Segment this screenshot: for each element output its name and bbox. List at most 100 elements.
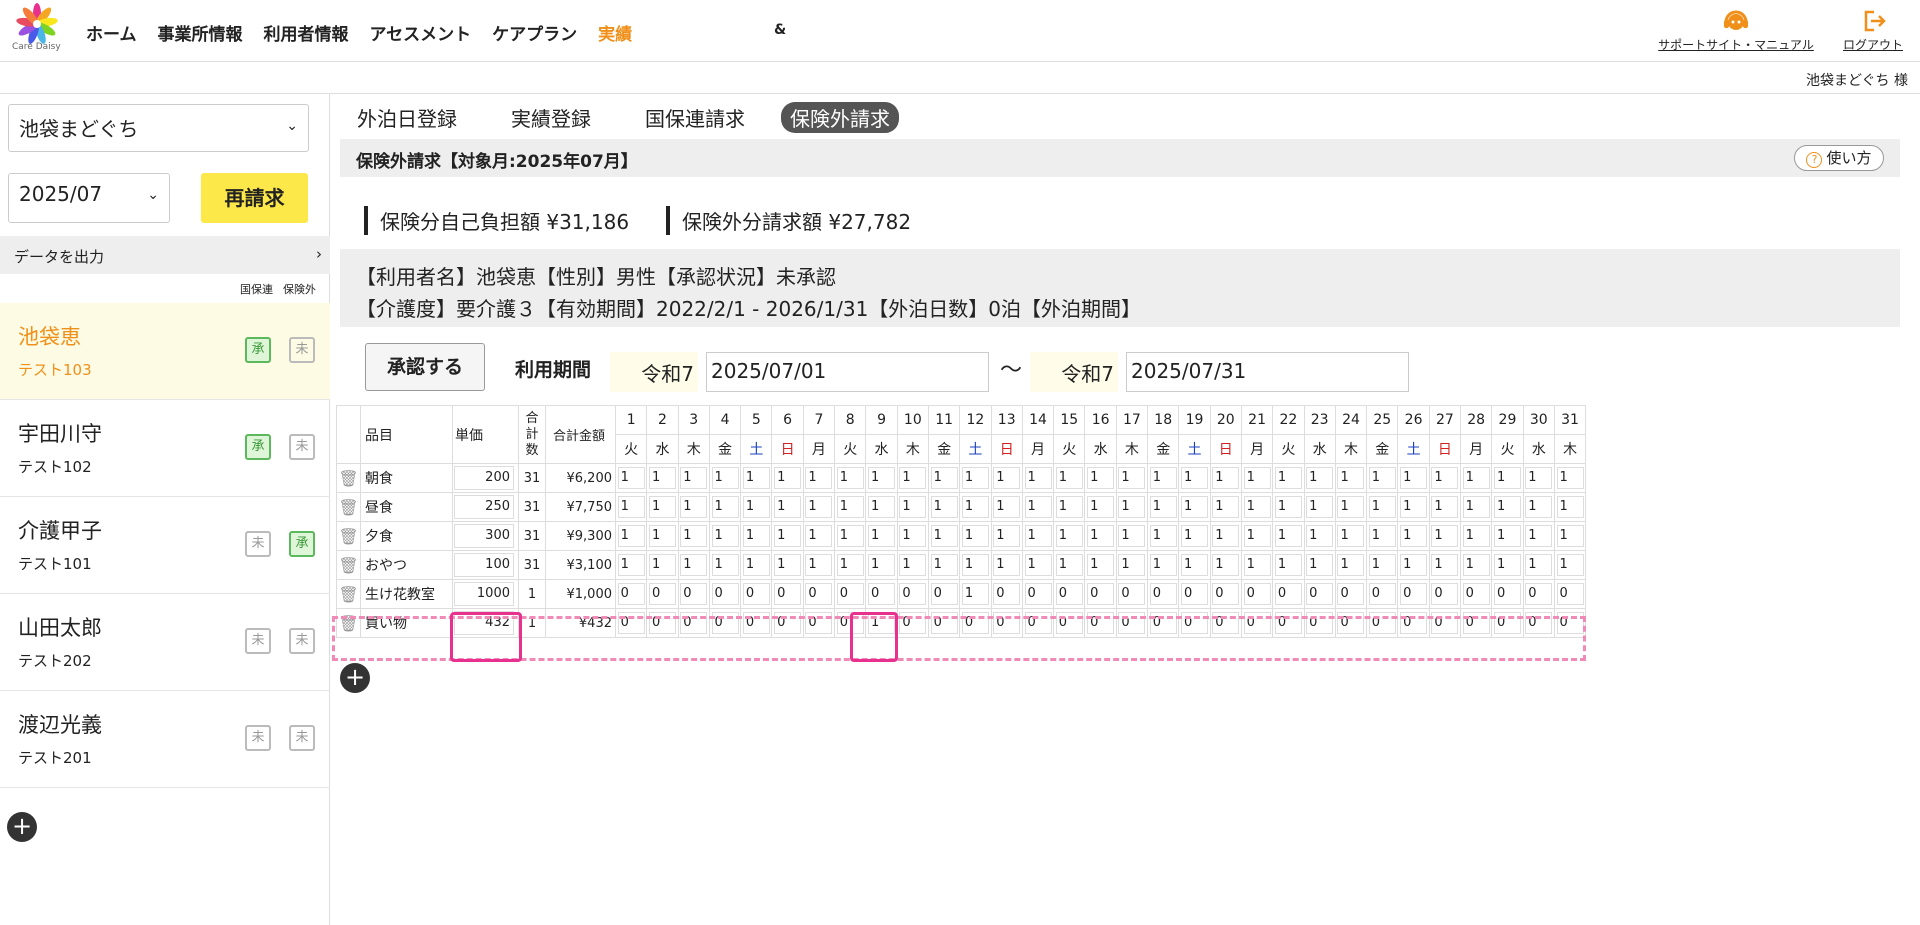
day-input[interactable]: 1 (1243, 554, 1271, 576)
day-input[interactable]: 0 (1493, 583, 1521, 605)
day-input[interactable]: 1 (1180, 496, 1208, 518)
day-input[interactable]: 1 (1462, 525, 1490, 547)
day-input[interactable]: 1 (993, 467, 1021, 489)
day-input[interactable]: 0 (648, 583, 676, 605)
day-input[interactable]: 1 (1024, 496, 1052, 518)
day-input[interactable]: 1 (1368, 525, 1396, 547)
nav-home[interactable]: ホーム (86, 20, 137, 45)
day-input[interactable]: 1 (742, 525, 770, 547)
day-input[interactable]: 1 (899, 554, 927, 576)
day-input[interactable]: 1 (1274, 496, 1302, 518)
day-input[interactable]: 1 (1243, 525, 1271, 547)
day-input[interactable]: 1 (1024, 525, 1052, 547)
day-input[interactable]: 1 (993, 525, 1021, 547)
price-input[interactable]: 300 (454, 524, 514, 548)
day-input[interactable]: 1 (961, 554, 989, 576)
day-input[interactable]: 1 (1493, 467, 1521, 489)
day-input[interactable]: 1 (1118, 467, 1146, 489)
day-input[interactable]: 0 (1274, 583, 1302, 605)
day-input[interactable]: 1 (1462, 496, 1490, 518)
day-input[interactable]: 1 (1525, 525, 1553, 547)
day-input[interactable]: 1 (805, 496, 833, 518)
day-input[interactable]: 0 (1180, 583, 1208, 605)
day-input[interactable]: 1 (774, 467, 802, 489)
client-item[interactable]: 介護甲子 テスト101 未 承 (0, 497, 330, 594)
day-input[interactable]: 1 (1400, 496, 1428, 518)
day-input[interactable]: 1 (1337, 525, 1365, 547)
day-input[interactable]: 1 (1493, 554, 1521, 576)
support-label[interactable]: サポートサイト・マニュアル (1658, 38, 1814, 52)
day-input[interactable]: 0 (836, 583, 864, 605)
day-input[interactable]: 0 (1368, 583, 1396, 605)
help-button[interactable]: ? 使い方 (1794, 145, 1884, 171)
day-input[interactable]: 1 (1400, 554, 1428, 576)
approve-button[interactable]: 承認する (365, 343, 485, 391)
day-input[interactable]: 0 (742, 583, 770, 605)
day-input[interactable]: 1 (805, 554, 833, 576)
day-input[interactable]: 0 (1462, 583, 1490, 605)
day-input[interactable]: 1 (1306, 525, 1334, 547)
day-input[interactable]: 1 (1368, 467, 1396, 489)
day-input[interactable]: 1 (1212, 525, 1240, 547)
day-input[interactable]: 0 (1149, 583, 1177, 605)
date-to-input[interactable]: 2025/07/31 (1126, 352, 1409, 392)
day-input[interactable]: 1 (680, 554, 708, 576)
price-input[interactable]: 200 (454, 466, 514, 490)
day-input[interactable]: 1 (961, 583, 989, 605)
day-input[interactable]: 1 (1087, 554, 1115, 576)
day-input[interactable]: 1 (836, 554, 864, 576)
day-input[interactable]: 1 (1149, 554, 1177, 576)
day-input[interactable]: 1 (1024, 554, 1052, 576)
day-input[interactable]: 1 (930, 467, 958, 489)
day-input[interactable]: 1 (1180, 554, 1208, 576)
day-input[interactable]: 1 (1055, 525, 1083, 547)
day-input[interactable]: 1 (680, 525, 708, 547)
day-input[interactable]: 1 (1149, 467, 1177, 489)
day-input[interactable]: 1 (1462, 554, 1490, 576)
day-input[interactable]: 1 (1306, 467, 1334, 489)
day-input[interactable]: 1 (1243, 496, 1271, 518)
day-input[interactable]: 1 (836, 467, 864, 489)
support-link[interactable]: サポートサイト・マニュアル (1656, 6, 1816, 53)
day-input[interactable]: 0 (1556, 583, 1584, 605)
day-input[interactable]: 1 (836, 496, 864, 518)
day-input[interactable]: 0 (1055, 583, 1083, 605)
day-input[interactable]: 0 (680, 583, 708, 605)
day-input[interactable]: 1 (1118, 525, 1146, 547)
day-input[interactable]: 1 (805, 525, 833, 547)
day-input[interactable]: 1 (680, 496, 708, 518)
trash-icon[interactable]: 🗑 (336, 492, 361, 522)
day-input[interactable]: 1 (961, 496, 989, 518)
day-input[interactable]: 1 (648, 467, 676, 489)
day-input[interactable]: 1 (1087, 525, 1115, 547)
tab-results[interactable]: 実績登録 (502, 102, 600, 133)
trash-icon[interactable]: 🗑 (336, 463, 361, 493)
day-input[interactable]: 0 (1306, 583, 1334, 605)
day-input[interactable]: 1 (1024, 467, 1052, 489)
day-input[interactable]: 1 (1556, 525, 1584, 547)
day-input[interactable]: 0 (1243, 583, 1271, 605)
day-input[interactable]: 1 (711, 467, 739, 489)
day-input[interactable]: 1 (961, 467, 989, 489)
day-input[interactable]: 0 (1525, 583, 1553, 605)
day-input[interactable]: 1 (930, 554, 958, 576)
tab-overnight[interactable]: 外泊日登録 (348, 102, 466, 133)
day-input[interactable]: 0 (711, 583, 739, 605)
day-input[interactable]: 1 (1306, 554, 1334, 576)
day-input[interactable]: 1 (1055, 467, 1083, 489)
day-input[interactable]: 1 (1055, 496, 1083, 518)
day-input[interactable]: 1 (1400, 467, 1428, 489)
client-item[interactable]: 渡辺光義 テスト201 未 未 (0, 691, 330, 788)
day-input[interactable]: 1 (1118, 554, 1146, 576)
nav-careplan[interactable]: ケアプラン (492, 20, 577, 45)
price-input[interactable]: 250 (454, 495, 514, 519)
day-input[interactable]: 1 (648, 496, 676, 518)
trash-icon[interactable]: 🗑 (336, 521, 361, 551)
day-input[interactable]: 0 (1337, 583, 1365, 605)
day-input[interactable]: 1 (1368, 554, 1396, 576)
export-data[interactable]: データを出力 › (0, 236, 330, 274)
day-input[interactable]: 1 (774, 554, 802, 576)
day-input[interactable]: 0 (1118, 583, 1146, 605)
add-client-button[interactable]: + (7, 812, 37, 842)
client-item[interactable]: 宇田川守 テスト102 承 未 (0, 400, 330, 497)
